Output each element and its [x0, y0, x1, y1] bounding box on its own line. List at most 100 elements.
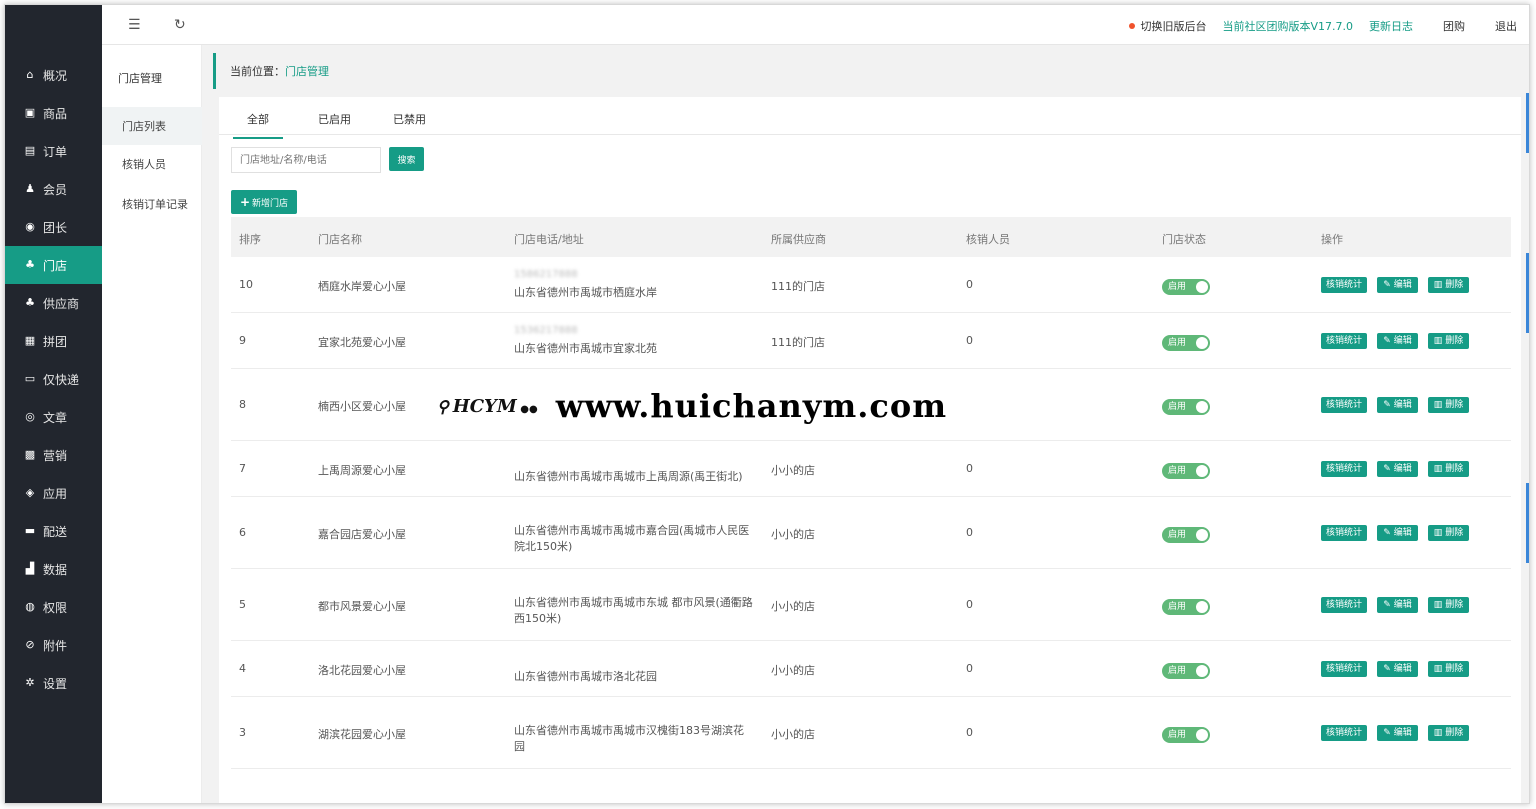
table-row: 5 都市风景爱心小屋 山东省德州市禹城市禹城市东城 都市风景(通衢路西150米) 小小…: [231, 569, 1511, 641]
subnav-item-store-list[interactable]: 门店列表: [102, 107, 202, 145]
subnav-title: 门店管理: [118, 72, 162, 85]
delete-button[interactable]: ▥ 删除: [1428, 597, 1469, 613]
verify-stats-button[interactable]: 核销统计: [1321, 725, 1367, 741]
sidebar-item-store[interactable]: ♣ 门店: [5, 246, 102, 284]
sidebar-item-leader[interactable]: ◉ 团长: [5, 208, 102, 246]
edit-label: 编辑: [1393, 336, 1412, 346]
delete-button[interactable]: ▥ 删除: [1428, 525, 1469, 541]
sidebar-item-supplier[interactable]: ♣ 供应商: [5, 284, 102, 322]
cell-address: 山东省德州市禹城市栖庭水岸: [514, 286, 657, 299]
verify-stats-button[interactable]: 核销统计: [1321, 525, 1367, 541]
delete-button[interactable]: ▥ 删除: [1428, 461, 1469, 477]
tab-disabled[interactable]: 已禁用: [393, 111, 426, 127]
status-toggle[interactable]: 启用: [1162, 599, 1210, 615]
order-icon: ▤: [24, 144, 36, 157]
sidebar-item-label: 附件: [43, 638, 68, 653]
edit-button[interactable]: ✎ 编辑: [1377, 725, 1418, 741]
cell-supplier: 小小的店: [771, 600, 815, 613]
sidebar-item-marketing[interactable]: ▩ 营销: [5, 436, 102, 474]
sidebar-item-express[interactable]: ▭ 仅快递: [5, 360, 102, 398]
search-button[interactable]: 搜索: [389, 147, 424, 171]
version-link[interactable]: 当前社区团购版本V17.7.0: [1222, 18, 1353, 34]
verify-stats-button[interactable]: 核销统计: [1321, 461, 1367, 477]
sidebar-item-attachment[interactable]: ⊘ 附件: [5, 626, 102, 664]
goods-icon: ▣: [24, 106, 36, 119]
edit-button[interactable]: ✎ 编辑: [1377, 597, 1418, 613]
sidebar-item-pintuan[interactable]: ▦ 拼团: [5, 322, 102, 360]
switch-old-link[interactable]: 切换旧版后台: [1129, 18, 1206, 34]
cell-staff: 0: [966, 726, 973, 739]
search-input[interactable]: [231, 147, 381, 173]
verify-stats-button[interactable]: 核销统计: [1321, 597, 1367, 613]
sidebar-item-article[interactable]: ◎ 文章: [5, 398, 102, 436]
changelog-link[interactable]: 更新日志: [1369, 18, 1413, 34]
verify-stats-button[interactable]: 核销统计: [1321, 333, 1367, 349]
breadcrumb-current[interactable]: 门店管理: [285, 63, 329, 79]
verify-stats-button[interactable]: 核销统计: [1321, 277, 1367, 293]
article-icon: ◎: [25, 410, 35, 423]
tab-all[interactable]: 全部: [233, 111, 283, 139]
delete-button[interactable]: ▥ 删除: [1428, 725, 1469, 741]
cell-address: 山东省德州市禹城市禹城市上禹周源(禹王街北): [514, 470, 743, 483]
cell-sort: 5: [239, 598, 246, 611]
store-table: 排序 门店名称 门店电话/地址 所属供应商 核销人员 门店状态 操作 10 栖庭水…: [231, 217, 1511, 769]
breadcrumb: 当前位置： 门店管理: [213, 53, 1521, 89]
delete-button[interactable]: ▥ 删除: [1428, 277, 1469, 293]
status-toggle[interactable]: 启用: [1162, 663, 1210, 679]
menu-toggle-icon[interactable]: ☰: [128, 17, 141, 33]
subnav-item-verify-records[interactable]: 核销订单记录: [102, 185, 202, 223]
sidebar-item-label: 团长: [43, 220, 68, 235]
sidebar-item-label: 配送: [43, 524, 68, 539]
tab-enabled[interactable]: 已启用: [318, 111, 351, 127]
sidebar-item-goods[interactable]: ▣ 商品: [5, 94, 102, 132]
alert-dot-icon: [1129, 23, 1136, 29]
status-toggle[interactable]: 启用: [1162, 527, 1210, 543]
cell-store-name: 嘉合园店爱心小屋: [318, 528, 406, 541]
delete-button[interactable]: ▥ 删除: [1428, 661, 1469, 677]
cell-phone: 1536217888: [514, 325, 578, 336]
sidebar-item-home[interactable]: ⌂ 概况: [5, 56, 102, 94]
header-actions: 操作: [1321, 233, 1343, 246]
verify-stats-button[interactable]: 核销统计: [1321, 397, 1367, 413]
sidebar-item-delivery[interactable]: ▬ 配送: [5, 512, 102, 550]
header-status: 门店状态: [1162, 233, 1206, 246]
edit-button[interactable]: ✎ 编辑: [1377, 397, 1418, 413]
edit-button[interactable]: ✎ 编辑: [1377, 525, 1418, 541]
top-right-links: 切换旧版后台 当前社区团购版本V17.7.0 更新日志 团购 退出: [1129, 18, 1517, 34]
table-row: 9 宜家北苑爱心小屋 1536217888 山东省德州市禹城市宜家北苑 111的门店 0 启…: [231, 313, 1511, 369]
sidebar-item-order[interactable]: ▤ 订单: [5, 132, 102, 170]
edit-button[interactable]: ✎ 编辑: [1377, 277, 1418, 293]
sidebar-item-member[interactable]: ♟ 会员: [5, 170, 102, 208]
home-icon: ⌂: [26, 68, 34, 81]
edit-label: 编辑: [1393, 528, 1412, 538]
watermark-logo-text: HCYM: [452, 395, 517, 417]
sidebar-item-label: 门店: [43, 258, 68, 273]
sidebar-item-permission[interactable]: ◍ 权限: [5, 588, 102, 626]
cell-store-name: 楠西小区爱心小屋: [318, 400, 406, 413]
status-toggle[interactable]: 启用: [1162, 463, 1210, 479]
edit-button[interactable]: ✎ 编辑: [1377, 333, 1418, 349]
subnav-item-verify-staff[interactable]: 核销人员: [102, 145, 202, 183]
header-sort: 排序: [239, 233, 261, 246]
status-toggle[interactable]: 启用: [1162, 279, 1210, 295]
sidebar-item-data[interactable]: ▟ 数据: [5, 550, 102, 588]
status-toggle[interactable]: 启用: [1162, 335, 1210, 351]
edit-button[interactable]: ✎ 编辑: [1377, 661, 1418, 677]
delete-button[interactable]: ▥ 删除: [1428, 333, 1469, 349]
sidebar-item-settings[interactable]: ✲ 设置: [5, 664, 102, 702]
add-store-button[interactable]: + 新增门店: [231, 190, 297, 214]
sidebar-item-app[interactable]: ◈ 应用: [5, 474, 102, 512]
cell-store-name: 湖滨花园爱心小屋: [318, 728, 406, 741]
delete-button[interactable]: ▥ 删除: [1428, 397, 1469, 413]
logout-link[interactable]: 退出: [1495, 18, 1517, 34]
refresh-icon[interactable]: ↻: [174, 17, 186, 33]
group-buy-link[interactable]: 团购: [1443, 18, 1465, 34]
verify-stats-button[interactable]: 核销统计: [1321, 661, 1367, 677]
trash-icon: ▥: [1433, 336, 1443, 346]
status-toggle[interactable]: 启用: [1162, 399, 1210, 415]
cell-address: 山东省德州市禹城市禹城市汉槐街183号湖滨花园: [514, 724, 744, 753]
edit-label: 编辑: [1393, 464, 1412, 474]
edit-button[interactable]: ✎ 编辑: [1377, 461, 1418, 477]
status-toggle[interactable]: 启用: [1162, 727, 1210, 743]
cell-supplier: 111的门店: [771, 336, 825, 349]
